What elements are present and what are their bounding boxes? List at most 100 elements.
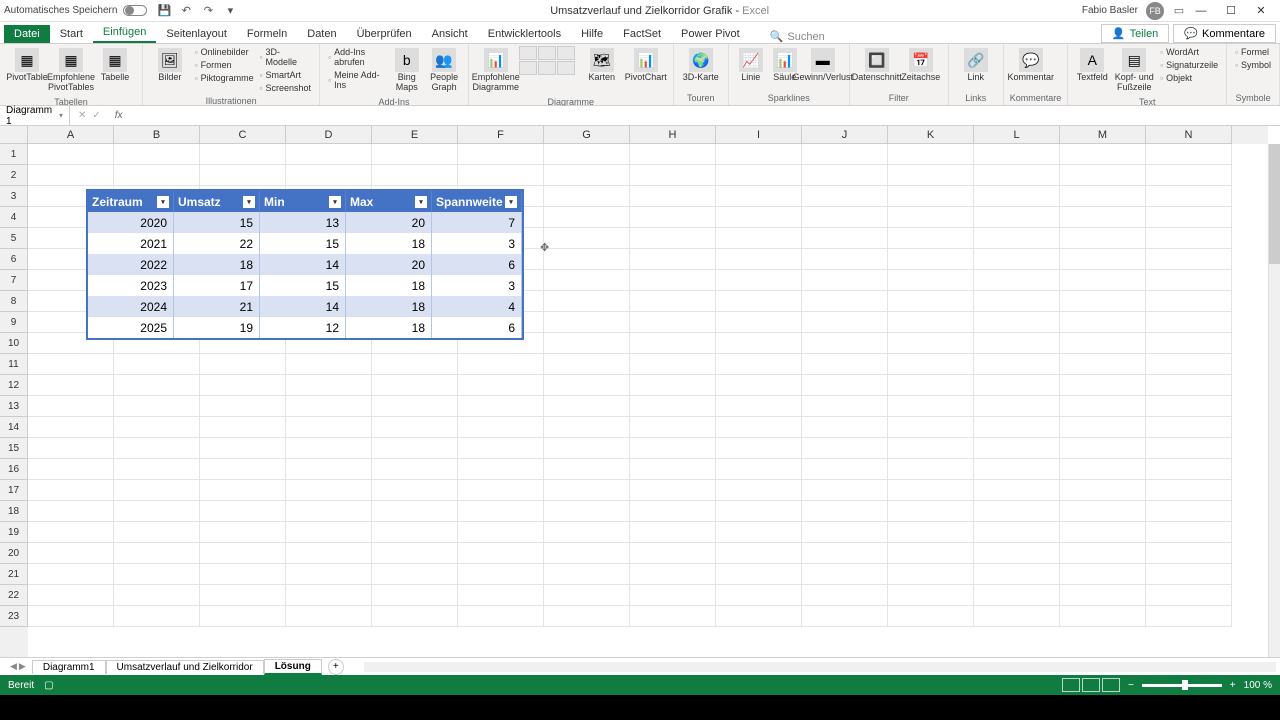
cell[interactable] xyxy=(716,144,802,165)
cell[interactable] xyxy=(716,312,802,333)
cell[interactable] xyxy=(114,354,200,375)
cell[interactable] xyxy=(1146,291,1232,312)
cell[interactable] xyxy=(974,270,1060,291)
column-header[interactable]: C xyxy=(200,126,286,144)
cell[interactable] xyxy=(802,585,888,606)
cell[interactable] xyxy=(1060,333,1146,354)
cell[interactable] xyxy=(200,438,286,459)
cell[interactable] xyxy=(372,522,458,543)
cell[interactable] xyxy=(716,249,802,270)
cell[interactable] xyxy=(458,564,544,585)
cell[interactable] xyxy=(1146,480,1232,501)
sheet-nav-prev-icon[interactable]: ◀ xyxy=(10,661,17,672)
qat-dropdown-icon[interactable]: ▾ xyxy=(223,4,237,18)
cell[interactable] xyxy=(286,417,372,438)
cell[interactable] xyxy=(28,606,114,627)
cell[interactable] xyxy=(802,186,888,207)
get-addins-button[interactable]: Add-Ins abrufen xyxy=(326,46,387,68)
row-header[interactable]: 9 xyxy=(0,312,28,333)
cell[interactable] xyxy=(716,354,802,375)
cell[interactable] xyxy=(28,417,114,438)
equation-button[interactable]: Formel xyxy=(1233,46,1273,58)
pivottable-button[interactable]: ▦PivotTable xyxy=(6,46,48,85)
row-header[interactable]: 20 xyxy=(0,543,28,564)
cell[interactable] xyxy=(544,501,630,522)
cell[interactable] xyxy=(544,396,630,417)
cell[interactable] xyxy=(802,375,888,396)
cell[interactable] xyxy=(372,144,458,165)
cell[interactable] xyxy=(286,375,372,396)
table-cell[interactable]: 14 xyxy=(260,296,346,317)
cell[interactable] xyxy=(1146,438,1232,459)
link-button[interactable]: 🔗Link xyxy=(955,46,997,85)
sheet-nav-next-icon[interactable]: ▶ xyxy=(19,661,26,672)
cell[interactable] xyxy=(888,207,974,228)
scatter-chart-icon[interactable] xyxy=(557,61,575,75)
cell[interactable] xyxy=(888,522,974,543)
cell[interactable] xyxy=(974,543,1060,564)
table-header-cell[interactable]: Zeitraum▾ xyxy=(88,191,174,212)
table-row[interactable]: 20212215183 xyxy=(88,233,522,254)
cell[interactable] xyxy=(114,417,200,438)
cell[interactable] xyxy=(716,606,802,627)
cell[interactable] xyxy=(630,522,716,543)
cell[interactable] xyxy=(974,354,1060,375)
maximize-button[interactable]: ☐ xyxy=(1216,1,1246,21)
table-row[interactable]: 20242114184 xyxy=(88,296,522,317)
vertical-scrollbar[interactable] xyxy=(1268,144,1280,657)
cell[interactable] xyxy=(1146,396,1232,417)
cell[interactable] xyxy=(544,228,630,249)
cell[interactable] xyxy=(200,606,286,627)
cell[interactable] xyxy=(802,459,888,480)
sparkline-line-button[interactable]: 📈Linie xyxy=(735,46,767,85)
table-cell[interactable]: 2024 xyxy=(88,296,174,317)
cell[interactable] xyxy=(716,501,802,522)
cell[interactable] xyxy=(28,480,114,501)
cell[interactable] xyxy=(372,606,458,627)
cell[interactable] xyxy=(1060,186,1146,207)
cell[interactable] xyxy=(630,207,716,228)
bing-maps-button[interactable]: bBing Maps xyxy=(389,46,424,95)
cell[interactable] xyxy=(630,417,716,438)
table-cell[interactable]: 2021 xyxy=(88,233,174,254)
cell[interactable] xyxy=(28,144,114,165)
cell[interactable] xyxy=(888,144,974,165)
cell[interactable] xyxy=(888,480,974,501)
cell[interactable] xyxy=(544,333,630,354)
cell[interactable] xyxy=(716,270,802,291)
cell[interactable] xyxy=(1146,186,1232,207)
sparkline-winloss-button[interactable]: ▬Gewinn/Verlust xyxy=(803,46,843,85)
table-cell[interactable]: 2023 xyxy=(88,275,174,296)
cell[interactable] xyxy=(1060,438,1146,459)
cell[interactable] xyxy=(1060,522,1146,543)
cell[interactable] xyxy=(458,375,544,396)
table-cell[interactable]: 7 xyxy=(432,212,522,233)
filter-dropdown-icon[interactable]: ▾ xyxy=(329,196,341,208)
column-header[interactable]: N xyxy=(1146,126,1232,144)
cell[interactable] xyxy=(544,354,630,375)
close-button[interactable]: ✕ xyxy=(1246,1,1276,21)
cell[interactable] xyxy=(1060,606,1146,627)
cell[interactable] xyxy=(1060,501,1146,522)
cell[interactable] xyxy=(544,543,630,564)
people-graph-button[interactable]: 👥People Graph xyxy=(426,46,461,95)
online-pictures-button[interactable]: Onlinebilder xyxy=(193,46,256,58)
select-all-corner[interactable] xyxy=(0,126,28,144)
toggle-switch[interactable] xyxy=(123,5,147,16)
smartart-button[interactable]: SmartArt xyxy=(258,69,314,81)
cell[interactable] xyxy=(1146,606,1232,627)
cell[interactable] xyxy=(286,396,372,417)
cell[interactable] xyxy=(286,501,372,522)
cell[interactable] xyxy=(802,354,888,375)
table-cell[interactable]: 4 xyxy=(432,296,522,317)
table-row[interactable]: 20201513207 xyxy=(88,212,522,233)
cell[interactable] xyxy=(200,522,286,543)
cell[interactable] xyxy=(716,228,802,249)
cell[interactable] xyxy=(716,291,802,312)
cell[interactable] xyxy=(974,333,1060,354)
cell[interactable] xyxy=(458,522,544,543)
cell[interactable] xyxy=(888,606,974,627)
cell[interactable] xyxy=(458,417,544,438)
cell[interactable] xyxy=(200,480,286,501)
cell[interactable] xyxy=(114,480,200,501)
